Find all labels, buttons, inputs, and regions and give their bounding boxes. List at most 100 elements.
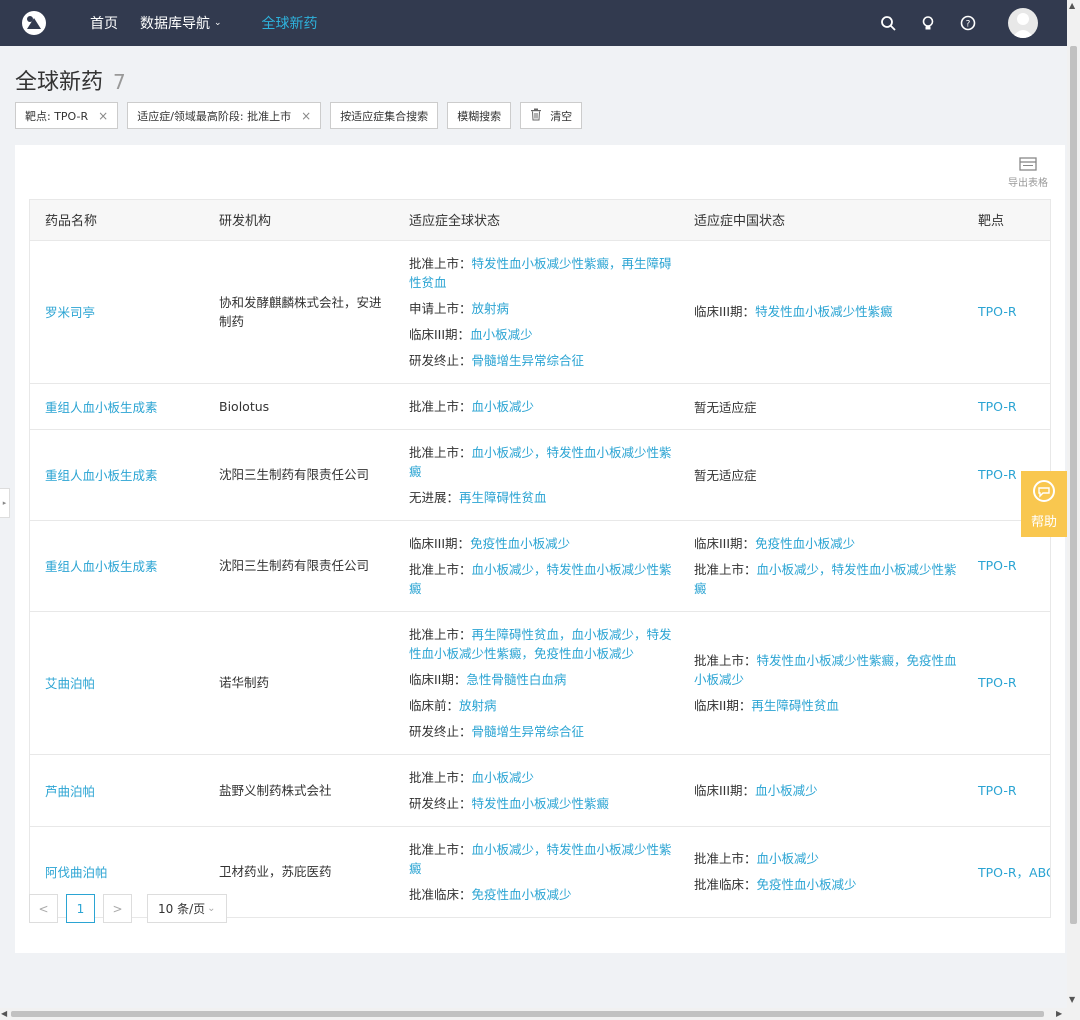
status-line: 临床II期：再生障碍性贫血 xyxy=(694,696,963,715)
indication-set-search-button[interactable]: 按适应症集合搜索 xyxy=(330,102,439,129)
target-link[interactable]: TPO-R xyxy=(978,399,1017,414)
caret-right-icon: ▸ xyxy=(2,499,7,507)
status-line: 临床III期：免疫性血小板减少 xyxy=(694,534,963,553)
scroll-right-icon[interactable]: ▶ xyxy=(1056,1009,1062,1018)
col-header-drug[interactable]: 药品名称 xyxy=(30,200,204,241)
drug-name-link[interactable]: 艾曲泊帕 xyxy=(45,676,95,691)
drug-name-link[interactable]: 重组人血小板生成素 xyxy=(45,468,158,483)
drug-name-link[interactable]: 重组人血小板生成素 xyxy=(45,400,158,415)
close-icon[interactable]: × xyxy=(301,109,311,123)
indication-link[interactable]: 骨髓增生异常综合征 xyxy=(472,724,585,739)
svg-text:?: ? xyxy=(966,20,971,30)
drug-name-link[interactable]: 阿伐曲泊帕 xyxy=(45,865,108,880)
user-avatar[interactable] xyxy=(1008,8,1038,38)
fuzzy-search-button[interactable]: 模糊搜索 xyxy=(447,102,512,129)
status-phase-label: 批准上市： xyxy=(409,398,472,414)
nav-database[interactable]: 数据库导航 ⌄ xyxy=(140,13,222,33)
target-link[interactable]: TPO-R xyxy=(978,467,1017,482)
indication-link[interactable]: 免疫性血小板减少 xyxy=(755,536,855,551)
status-phase-label: 批准上市： xyxy=(409,444,472,460)
indication-link[interactable]: 再生障碍性贫血 xyxy=(459,490,547,505)
export-table-button[interactable]: 导出表格 xyxy=(1006,157,1050,189)
target-link[interactable]: TPO-R xyxy=(978,783,1017,798)
indication-link[interactable]: 血小板减少 xyxy=(470,327,533,342)
target-cell: TPO-R xyxy=(963,611,1050,755)
vertical-scroll-thumb[interactable] xyxy=(1070,46,1077,924)
indication-link[interactable]: 免疫性血小板减少 xyxy=(470,536,570,551)
lightbulb-icon[interactable] xyxy=(908,15,948,31)
trash-icon xyxy=(530,108,542,124)
global-status-cell: 批准上市：特发性血小板减少性紫癜，再生障碍性贫血 申请上市：放射病 临床III期：血… xyxy=(394,240,679,384)
indication-link[interactable]: 再生障碍性贫血 xyxy=(751,698,839,713)
page-1-button[interactable]: 1 xyxy=(66,894,95,923)
horizontal-scroll-thumb[interactable] xyxy=(11,1011,1044,1017)
indication-link[interactable]: 特发性血小板减少性紫癜 xyxy=(472,796,610,811)
results-panel: 导出表格 药品名称 研发机构 适应症全球状态 适应症中国状态 靶点 罗米司亭 协和… xyxy=(15,145,1065,953)
indication-link[interactable]: 血小板减少 xyxy=(472,770,535,785)
china-status-cell: 临床III期：特发性血小板减少性紫癜 xyxy=(679,240,963,384)
side-expand-handle[interactable]: ▸ xyxy=(0,488,10,518)
status-phase-label: 临床前： xyxy=(409,697,460,713)
clear-button[interactable]: 清空 xyxy=(520,102,583,129)
horizontal-scrollbar[interactable]: ◀ ▶ xyxy=(0,1008,1067,1020)
target-link[interactable]: TPO-R xyxy=(978,558,1017,573)
filter-chip-phase[interactable]: 适应症/领域最高阶段: 批准上市 × xyxy=(127,102,322,129)
target-link[interactable]: TPO-R，ABC xyxy=(978,865,1050,880)
target-cell: TPO-R xyxy=(963,383,1050,430)
indication-link[interactable]: 特发性血小板减少性紫癜 xyxy=(755,304,893,319)
no-indication-text: 暂无适应症 xyxy=(694,399,757,415)
status-line: 临床III期：特发性血小板减少性紫癜 xyxy=(694,302,963,321)
col-header-china-status[interactable]: 适应症中国状态 xyxy=(679,200,963,241)
target-link[interactable]: TPO-R xyxy=(978,304,1017,319)
col-header-global-status[interactable]: 适应症全球状态 xyxy=(394,200,679,241)
drug-name-link[interactable]: 芦曲泊帕 xyxy=(45,784,95,799)
target-cell: TPO-R xyxy=(963,240,1050,384)
org-cell: 沈阳三生制药有限责任公司 xyxy=(204,520,394,612)
clear-label: 清空 xyxy=(550,109,573,123)
prev-page-button[interactable]: < xyxy=(29,894,58,923)
help-float-button[interactable]: 帮助 xyxy=(1021,471,1067,537)
indication-link[interactable]: 免疫性血小板减少 xyxy=(757,877,857,892)
drug-name-link[interactable]: 重组人血小板生成素 xyxy=(45,559,158,574)
close-icon[interactable]: × xyxy=(98,109,108,123)
nav-home-label: 首页 xyxy=(90,16,118,32)
nav-global-new-drugs[interactable]: 全球新药 xyxy=(262,13,318,33)
indication-link[interactable]: 免疫性血小板减少 xyxy=(472,887,572,902)
status-phase-label: 批准上市： xyxy=(409,769,472,785)
scroll-up-icon[interactable]: ▲ xyxy=(1069,1,1075,10)
drug-name-link[interactable]: 罗米司亭 xyxy=(45,305,95,320)
indication-link[interactable]: 急性骨髓性白血病 xyxy=(466,672,566,687)
next-page-button[interactable]: > xyxy=(103,894,132,923)
logo-icon[interactable] xyxy=(20,9,48,37)
indication-link[interactable]: 骨髓增生异常综合征 xyxy=(472,353,585,368)
indication-link[interactable]: 放射病 xyxy=(459,698,497,713)
result-count: 7 xyxy=(113,70,126,94)
status-phase-label: 批准上市： xyxy=(409,561,472,577)
status-line: 批准临床：免疫性血小板减少 xyxy=(409,885,679,904)
china-status-cell: 暂无适应症 xyxy=(679,383,963,430)
china-status-cell: 临床III期：免疫性血小板减少 批准上市：血小板减少，特发性血小板减少性紫癜 xyxy=(679,520,963,612)
indication-link[interactable]: 血小板减少 xyxy=(757,851,820,866)
vertical-scrollbar[interactable]: ▲ ▼ xyxy=(1067,0,1080,1020)
nav-global-new-drugs-label: 全球新药 xyxy=(261,16,318,32)
pagination: < 1 > 10 条/页 ⌄ xyxy=(29,894,227,923)
global-status-cell: 批准上市：血小板减少 xyxy=(394,383,679,430)
col-header-org[interactable]: 研发机构 xyxy=(204,200,394,241)
nav-home[interactable]: 首页 xyxy=(90,13,118,33)
page-size-select[interactable]: 10 条/页 ⌄ xyxy=(147,894,227,923)
status-phase-label: 批准上市： xyxy=(409,626,472,642)
scroll-down-icon[interactable]: ▼ xyxy=(1069,995,1075,1004)
indication-link[interactable]: 血小板减少 xyxy=(755,783,818,798)
drug-table: 药品名称 研发机构 适应症全球状态 适应症中国状态 靶点 罗米司亭 协和发酵麒麟株… xyxy=(29,199,1051,918)
search-icon[interactable] xyxy=(868,15,908,31)
col-header-target[interactable]: 靶点 xyxy=(963,200,1050,241)
status-line: 临床II期：急性骨髓性白血病 xyxy=(409,670,679,689)
indication-link[interactable]: 血小板减少 xyxy=(472,399,535,414)
indication-link[interactable]: 放射病 xyxy=(472,301,510,316)
filter-chip-target[interactable]: 靶点: TPO-R × xyxy=(15,102,119,129)
scroll-left-icon[interactable]: ◀ xyxy=(1,1009,7,1018)
help-question-icon[interactable]: ? xyxy=(948,15,988,31)
status-phase-label: 研发终止： xyxy=(409,723,472,739)
target-link[interactable]: TPO-R xyxy=(978,675,1017,690)
drug-cell: 重组人血小板生成素 xyxy=(30,429,204,521)
